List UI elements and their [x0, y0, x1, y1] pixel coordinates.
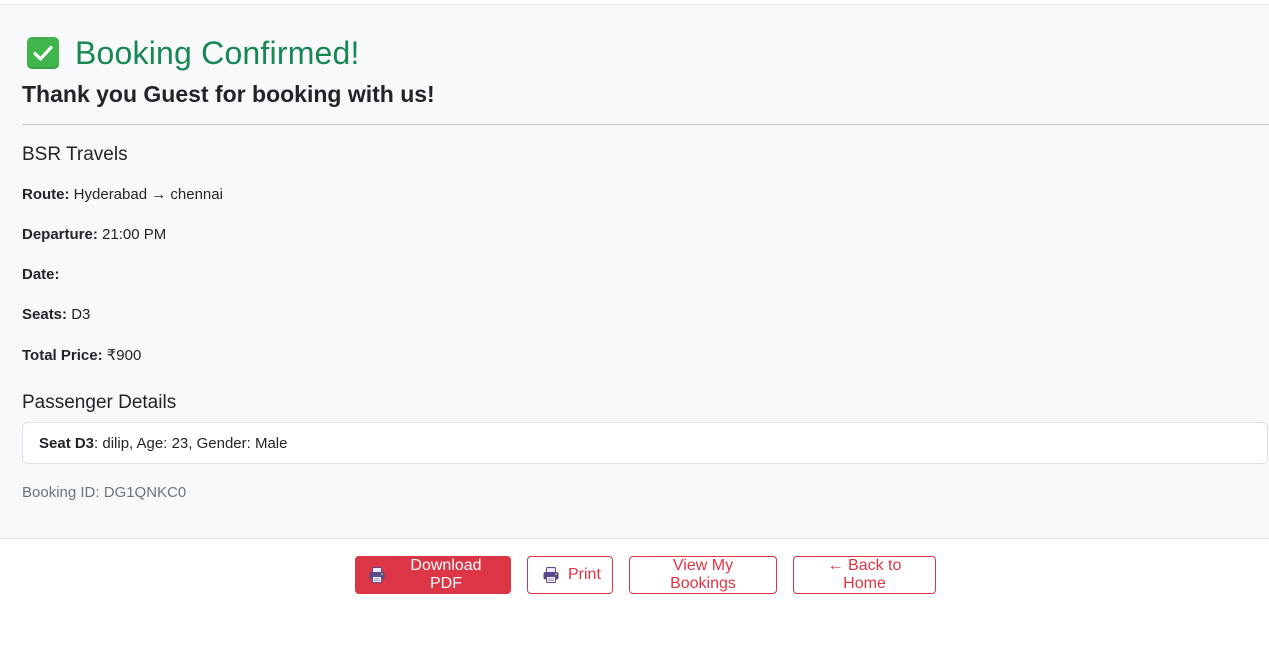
total-price-value: ₹900 [106, 347, 142, 364]
route-label: Route: [22, 186, 70, 203]
departure-label: Departure: [22, 226, 98, 243]
seats-row: Seats: D3 [22, 306, 90, 323]
passenger-list: Seat D3: dilip, Age: 23, Gender: Male [22, 422, 1268, 464]
route-value: Hyderabad → chennai [73, 186, 223, 203]
departure-row: Departure: 21:00 PM [22, 226, 166, 243]
check-mark-icon [27, 37, 59, 69]
section-divider [22, 124, 1269, 125]
printer-icon [368, 566, 386, 584]
confirmation-card: Booking Confirmed! Thank you Guest for b… [0, 5, 1269, 539]
date-row: Date: [22, 266, 60, 283]
view-my-bookings-button[interactable]: View My Bookings [629, 556, 777, 594]
back-to-home-button[interactable]: ← Back to Home [793, 556, 936, 594]
list-item: Seat D3: dilip, Age: 23, Gender: Male [39, 435, 287, 452]
operator-name: BSR Travels [22, 144, 128, 165]
booking-id: Booking ID: DG1QNKC0 [22, 484, 187, 501]
download-pdf-button[interactable]: Download PDF [355, 556, 511, 594]
printer-icon [542, 566, 560, 584]
seats-value: D3 [71, 306, 91, 323]
download-pdf-label: Download PDF [410, 557, 482, 592]
action-buttons: Download PDF Print View My Bookings ← Ba… [355, 556, 936, 594]
print-label: Print [568, 566, 601, 583]
print-button[interactable]: Print [527, 556, 613, 594]
thank-you-message: Thank you Guest for booking with us! [22, 81, 435, 107]
total-price-label: Total Price: [22, 347, 103, 364]
title-row: Booking Confirmed! [27, 35, 360, 71]
departure-value: 21:00 PM [102, 226, 167, 243]
total-price-row: Total Price: ₹900 [22, 346, 141, 364]
passenger-seat: Seat D3 [39, 435, 95, 452]
passenger-info: : dilip, Age: 23, Gender: Male [94, 435, 288, 452]
booking-confirmation-page: Booking Confirmed! Thank you Guest for b… [0, 0, 1269, 646]
route-row: Route: Hyderabad → chennai [22, 186, 223, 203]
seats-label: Seats: [22, 306, 68, 323]
passenger-details-heading: Passenger Details [22, 392, 177, 413]
date-label: Date: [22, 266, 60, 283]
page-title: Booking Confirmed! [75, 34, 360, 71]
